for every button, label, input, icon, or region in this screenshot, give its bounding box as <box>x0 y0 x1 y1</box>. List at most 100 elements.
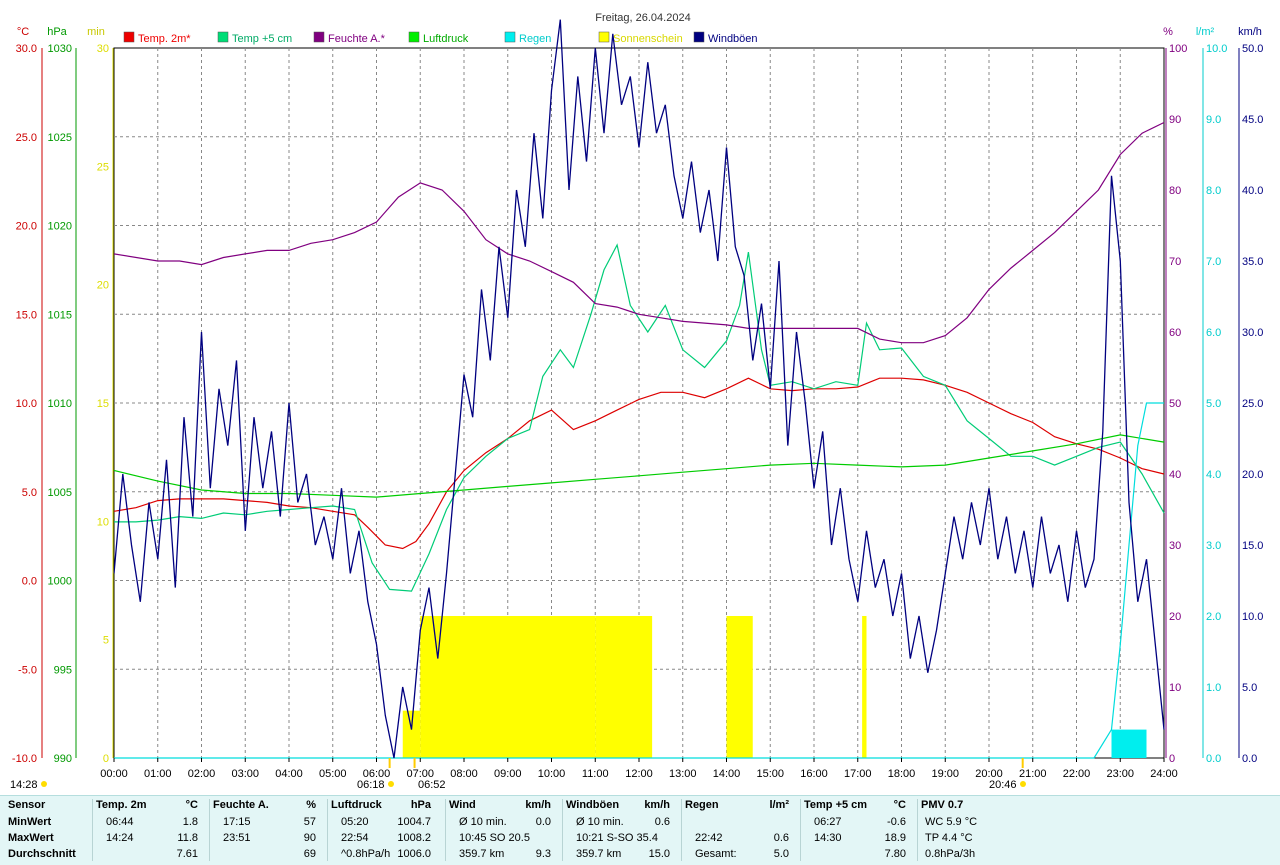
wind-unit: km/h <box>1238 26 1262 38</box>
temp-tick-label: -10.0 <box>12 753 37 765</box>
legend-label: Temp. 2m* <box>138 33 191 45</box>
x-tick-label: 00:00 <box>100 768 128 780</box>
stats-cell-value: 57 <box>303 816 316 828</box>
wind-tick-label: 0.0 <box>1242 753 1257 765</box>
sunshine-tick-label: 0 <box>103 753 109 765</box>
stats-column: Feuchte A.% 17:15 57 23:51 90 69 <box>213 796 320 865</box>
stats-column: Temp. 2m °C 06:44 1.8 14:24 11.8 7.61 <box>96 796 202 865</box>
humidity-tick-label: 80 <box>1169 185 1181 197</box>
pressure-unit: hPa <box>47 26 67 38</box>
rain-bars <box>1111 729 1147 758</box>
temp-tick-label: 25.0 <box>16 132 37 144</box>
humidity-tick-label: 60 <box>1169 327 1181 339</box>
stats-cell-value: 11.8 <box>177 832 198 844</box>
stats-column: Wind km/h Ø 10 min. 0.0 10:45 SO 20.5 359.7 k… <box>449 796 555 865</box>
wind-tick-label: 5.0 <box>1242 682 1257 694</box>
rain-tick-label: 7.0 <box>1206 256 1221 268</box>
sunshine-bar <box>595 616 639 758</box>
rain-tick-label: 0.0 <box>1206 753 1221 765</box>
sunshine-tick-label: 15 <box>97 398 109 410</box>
stats-cell-value: 0.6 <box>654 816 670 828</box>
annotation-sun-time2: 06:52 <box>418 779 446 791</box>
x-tick-label: 13:00 <box>669 768 697 780</box>
x-tick-label: 10:00 <box>538 768 566 780</box>
rain-tick-label: 3.0 <box>1206 540 1221 552</box>
humidity-unit: % <box>1163 26 1173 38</box>
stats-cell-value: 1006.0 <box>397 848 431 860</box>
stats-separator <box>917 799 918 861</box>
temp-tick-label: 5.0 <box>22 487 37 499</box>
stats-header: Temp. 2m <box>96 799 147 811</box>
sunshine-tick-label: 10 <box>97 516 109 528</box>
stats-cell-value: 69 <box>303 848 316 860</box>
wind-tick-label: 15.0 <box>1242 540 1263 552</box>
stats-cell-value: 9.3 <box>535 848 551 860</box>
sunset-marker <box>1020 781 1026 787</box>
legend-label: Temp +5 cm <box>232 33 292 45</box>
legend-swatch <box>313 31 325 43</box>
stats-cell-time: 10:21 S-SO 35.4 <box>576 832 658 844</box>
temp-tick-label: -5.0 <box>18 664 37 676</box>
stats-cell-time: 10:45 SO 20.5 <box>459 832 530 844</box>
weather-chart: Freitag, 26.04.2024 Temp. 2m* Temp +5 cm F… <box>10 12 1263 791</box>
stats-separator <box>681 799 682 861</box>
temp-tick-label: 20.0 <box>16 221 37 233</box>
stats-unit: hPa <box>410 799 431 811</box>
stats-table: Sensor MinWert MaxWert Durchschnitt Temp. 2m… <box>0 795 1280 865</box>
stats-cell-time: 14:30 <box>814 832 842 844</box>
rain-unit: l/m² <box>1196 26 1215 38</box>
stats-cell: MinWert <box>8 816 52 828</box>
stats-cell-value: -0.6 <box>887 816 906 828</box>
stats-cell-value: 0.6 <box>773 832 789 844</box>
rain-tick-label: 4.0 <box>1206 469 1221 481</box>
sunrise-marker <box>388 781 394 787</box>
stats-cell-time: Ø 10 min. <box>576 816 624 828</box>
stats-column: Temp +5 cm °C 06:27 -0.6 14:30 18.9 7.80 <box>804 796 910 865</box>
stats-cell-value: 18.9 <box>884 832 906 844</box>
pressure-tick-label: 1015 <box>48 309 72 321</box>
x-tick-label: 11:00 <box>582 768 609 780</box>
legend-swatch <box>504 31 516 43</box>
sunshine-tick-label: 30 <box>97 43 109 55</box>
wind-tick-label: 20.0 <box>1242 469 1263 481</box>
stats-separator <box>445 799 446 861</box>
legend-label: Regen <box>519 33 551 45</box>
stats-cell-time: 14:24 <box>106 832 134 844</box>
pressure-tick-label: 990 <box>54 753 72 765</box>
wind-tick-label: 40.0 <box>1242 185 1263 197</box>
x-tick-label: 02:00 <box>188 768 216 780</box>
pressure-tick-label: 1025 <box>48 132 72 144</box>
x-tick-label: 03:00 <box>231 768 259 780</box>
legend-swatch <box>123 31 135 43</box>
stats-cell-time: 17:15 <box>223 816 251 828</box>
wind-tick-label: 45.0 <box>1242 114 1263 126</box>
stats-cell-time: 359.7 km <box>576 848 622 860</box>
x-tick-label: 04:00 <box>275 768 303 780</box>
stats-separator <box>800 799 801 861</box>
stats-cell-value: 7.80 <box>884 848 906 860</box>
humidity-tick-label: 0 <box>1169 753 1175 765</box>
stats-cell-time: 06:44 <box>106 816 134 828</box>
x-tick-label: 21:00 <box>1019 768 1047 780</box>
sunshine-bar <box>862 616 867 758</box>
stats-unit: km/h <box>525 799 551 811</box>
stats-cell-time: 06:27 <box>814 816 842 828</box>
chart-title: Freitag, 26.04.2024 <box>595 12 690 24</box>
stats-separator <box>562 799 563 861</box>
wind-tick-label: 50.0 <box>1242 43 1263 55</box>
stats-cell-time: 22:42 <box>695 832 723 844</box>
rain-tick-label: 10.0 <box>1206 43 1227 55</box>
stats-cell-value: 5.0 <box>773 848 789 860</box>
humidity-tick-label: 30 <box>1169 540 1181 552</box>
rain-tick-label: 1.0 <box>1206 682 1221 694</box>
pressure-tick-label: 1005 <box>48 487 72 499</box>
temp-tick-label: 10.0 <box>16 398 37 410</box>
stats-cell-time: 23:51 <box>223 832 251 844</box>
stats-separator <box>209 799 210 861</box>
wind-tick-label: 10.0 <box>1242 611 1263 623</box>
temp-tick-label: 15.0 <box>16 309 37 321</box>
x-tick-label: 08:00 <box>450 768 478 780</box>
x-tick-label: 05:00 <box>319 768 347 780</box>
pressure-tick-label: 1030 <box>48 43 72 55</box>
x-tick-label: 22:00 <box>1063 768 1091 780</box>
